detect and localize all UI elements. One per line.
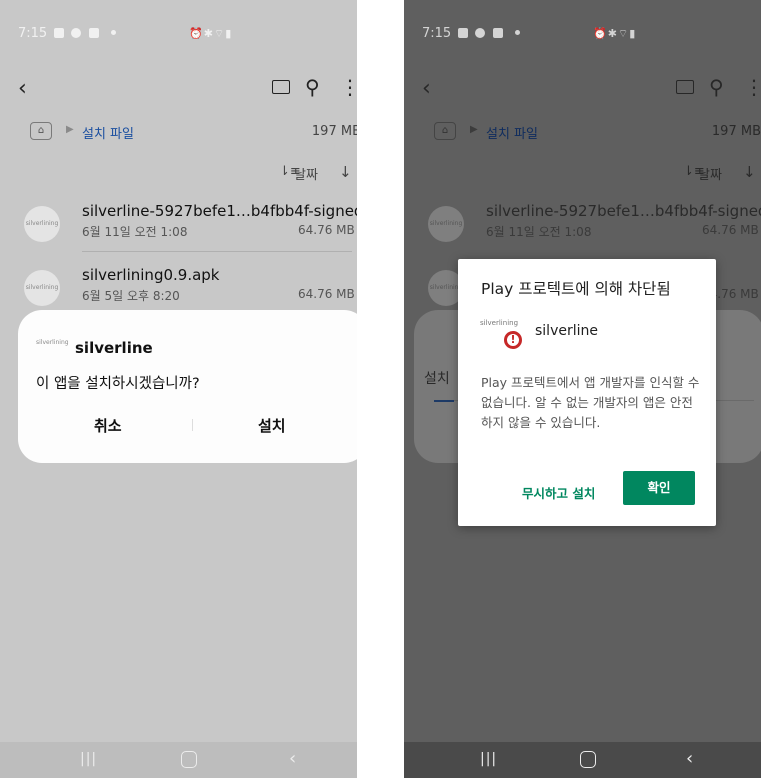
install-tab-label: 설치 [424, 371, 450, 387]
play-protect-dialog: Play 프로텍트에 의해 차단됨 silverlining ! silverl… [458, 259, 716, 526]
arrow-down-icon: ↓ [743, 163, 756, 181]
gallery-notification-icon [54, 28, 65, 38]
file-size: 64.76 MB [298, 223, 355, 237]
folder-size: 197 MB [711, 124, 761, 139]
breadcrumb: ⌂ ▶ 설치 파일 197 MB [0, 122, 357, 144]
app-logo: silverlining ! [480, 319, 522, 349]
folder-icon[interactable] [272, 80, 290, 94]
sort-bar: ⇂≡ 날짜 ↓ [0, 163, 357, 184]
system-status-icons: ⏰✱⌔▮ [593, 27, 637, 40]
apk-thumbnail: silverlining [428, 206, 464, 242]
recent-apps-icon[interactable]: ||| [80, 751, 97, 767]
home-icon: ⌂ [434, 122, 456, 140]
file-name: silverline-5927befe1…b4fbb4f-signed.apk [82, 202, 357, 220]
status-bar: 7:15 ⏰✱⌔▮ [18, 26, 231, 41]
file-size: 64.76 MB [702, 223, 759, 237]
file-date: 6월 5일 오후 8:20 [82, 289, 180, 303]
sort-label: 날짜 [698, 168, 722, 183]
top-app-bar: ‹ ⚲ ⋮ [404, 70, 761, 106]
button-divider [192, 419, 193, 431]
file-date: 6월 11일 오전 1:08 [82, 225, 188, 239]
breadcrumb-folder[interactable]: 설치 파일 [82, 123, 134, 142]
more-notifications-icon [110, 30, 116, 35]
nav-home-icon[interactable] [580, 751, 596, 768]
breadcrumb-arrow-icon: ▶ [66, 124, 74, 135]
status-time: 7:15 [18, 26, 48, 41]
search-icon[interactable]: ⚲ [305, 75, 320, 99]
phone-screen-play-protect: 7:15 ⏰✱⌔▮ ‹ ⚲ ⋮ ⌂ ▶ 설치 파일 197 MB ⇂≡ 날짜 ↓… [404, 0, 761, 778]
breadcrumb: ⌂ ▶ 설치 파일 197 MB [404, 122, 761, 144]
breadcrumb-folder: 설치 파일 [486, 127, 538, 142]
install-bottom-sheet: silverlining silverline 이 앱을 설치하시겠습니까? 취… [18, 310, 357, 463]
chat-notification-icon [71, 28, 82, 38]
app-logo: silverlining [36, 339, 69, 346]
search-icon: ⚲ [709, 75, 724, 99]
file-date: 6월 11일 오전 1:08 [486, 225, 592, 239]
arrow-down-icon[interactable]: ↓ [339, 163, 352, 181]
more-vert-icon: ⋮ [744, 75, 761, 99]
back-chevron-icon[interactable]: ‹ [18, 76, 27, 101]
system-status-icons: ⏰✱⌔▮ [189, 27, 233, 40]
list-item: silverlining silverline-5927befe1…b4fbb4… [404, 202, 761, 246]
back-chevron-icon: ‹ [422, 76, 431, 101]
dialog-title: Play 프로텍트에 의해 차단됨 [481, 280, 671, 298]
file-name: silverlining0.9.apk [82, 266, 220, 284]
app-logo-text: silverlining [480, 319, 519, 327]
apk-thumbnail: silverlining [24, 206, 60, 242]
install-anyway-button[interactable]: 무시하고 설치 [522, 483, 595, 502]
more-vert-icon[interactable]: ⋮ [340, 75, 357, 99]
shield-warning-icon: ! [504, 331, 522, 349]
dialog-message: Play 프로텍트에서 앱 개발자를 인식할 수 없습니다. 알 수 없는 개발… [481, 375, 700, 430]
image-notification-icon [492, 28, 503, 38]
cancel-button[interactable]: 취소 [94, 415, 122, 436]
app-name: silverline [75, 339, 153, 357]
folder-size: 197 MB [311, 124, 357, 139]
ok-button[interactable]: 확인 [623, 471, 695, 505]
folder-icon [676, 80, 694, 94]
top-app-bar: ‹ ⚲ ⋮ [0, 70, 357, 106]
navigation-bar: ||| ‹ [0, 742, 357, 778]
more-notifications-icon [514, 30, 520, 35]
home-icon[interactable]: ⌂ [30, 122, 52, 140]
nav-back-icon[interactable]: ‹ [686, 748, 693, 769]
phone-screen-install-prompt: 7:15 ⏰✱⌔▮ ‹ ⚲ ⋮ ⌂ ▶ 설치 파일 197 MB ⇂≡ 날짜 ↓… [0, 0, 357, 778]
chat-notification-icon [475, 28, 486, 38]
divider [82, 251, 352, 252]
nav-back-icon[interactable]: ‹ [289, 748, 296, 769]
install-button[interactable]: 설치 [258, 415, 286, 436]
file-name: silverline-5927befe1…b4fbb4f-signed.apk [486, 202, 761, 220]
tab-indicator [434, 400, 454, 402]
list-item[interactable]: silverlining silverlining0.9.apk 6월 5일 오… [0, 266, 357, 310]
recent-apps-icon[interactable]: ||| [480, 751, 497, 767]
app-name: silverline [535, 323, 598, 339]
install-question: 이 앱을 설치하시겠습니까? [36, 376, 200, 392]
list-item[interactable]: silverlining silverline-5927befe1…b4fbb4… [0, 202, 357, 252]
nav-home-icon[interactable] [181, 751, 197, 768]
navigation-bar: ||| ‹ [404, 742, 761, 778]
gallery-notification-icon [458, 28, 469, 38]
status-bar: 7:15 ⏰✱⌔▮ [422, 26, 635, 41]
file-size: 64.76 MB [298, 287, 355, 301]
sort-label[interactable]: 날짜 [294, 164, 318, 183]
breadcrumb-arrow-icon: ▶ [470, 124, 478, 135]
status-time: 7:15 [422, 26, 452, 41]
apk-thumbnail: silverlining [24, 270, 60, 306]
sort-bar: ⇂≡ 날짜 ↓ [404, 163, 761, 184]
image-notification-icon [88, 28, 99, 38]
